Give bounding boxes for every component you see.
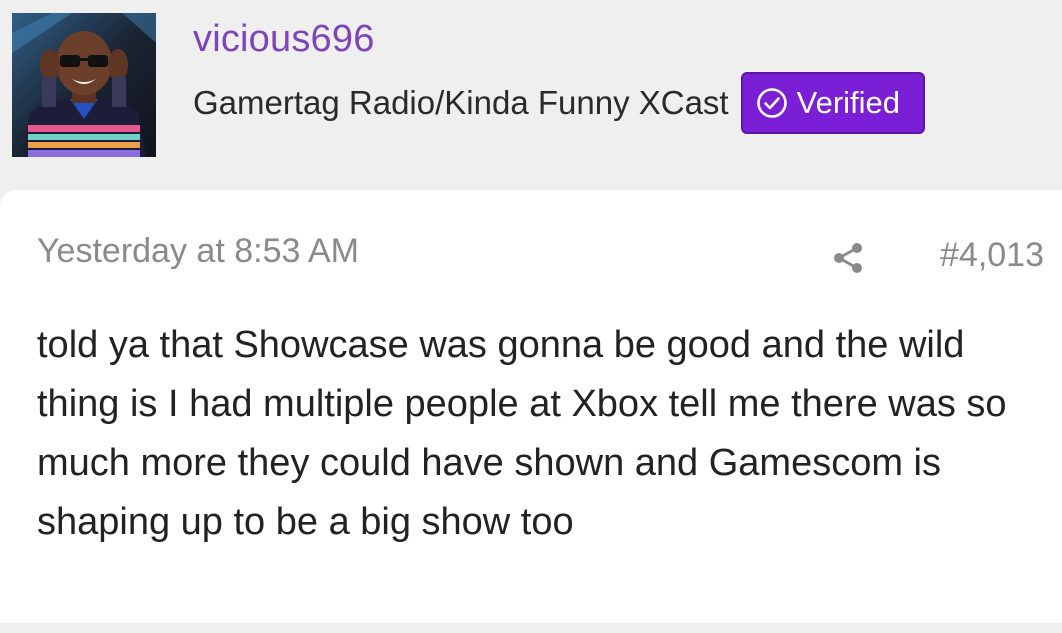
post-card: Yesterday at 8:53 AM #4,013 told ya that… [0,190,1062,623]
username-link[interactable]: vicious696 [193,18,375,61]
post-number-link[interactable]: #4,013 [940,236,1044,275]
post-timestamp[interactable]: Yesterday at 8:53 AM [37,232,359,271]
card-bottom-divider [0,623,1062,633]
post-author-header: vicious696 Gamertag Radio/Kinda Funny XC… [0,0,1062,190]
check-circle-icon [756,88,787,118]
post-body: told ya that Showcase was gonna be good … [37,324,1007,543]
avatar[interactable] [12,13,156,157]
user-title: Gamertag Radio/Kinda Funny XCast [193,84,729,121]
user-title-row: Gamertag Radio/Kinda Funny XCast Verifie… [193,72,925,134]
verified-badge-label: Verified [796,85,901,120]
avatar-image [12,13,156,157]
verified-badge: Verified [740,72,925,134]
share-icon[interactable] [830,240,866,276]
